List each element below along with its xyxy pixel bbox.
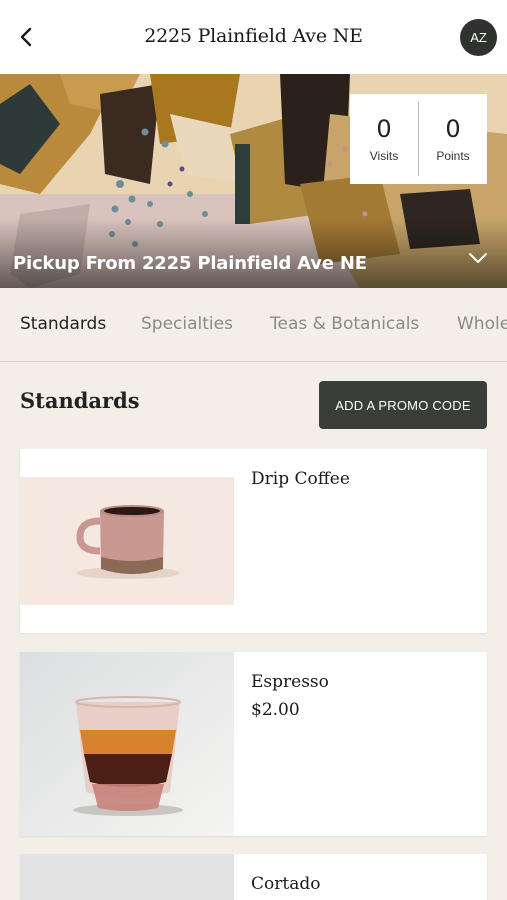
points-value: 0: [445, 115, 461, 143]
visits-label: Visits: [369, 149, 399, 163]
item-name: Drip Coffee: [251, 469, 350, 489]
pickup-location-label[interactable]: Pickup From 2225 Plainfield Ave NE: [13, 253, 367, 274]
pickup-expand-button[interactable]: [467, 250, 489, 266]
tab-whole[interactable]: Whole: [457, 314, 507, 334]
menu-item-drip-coffee[interactable]: Drip Coffee: [20, 449, 487, 633]
cortado-image: [20, 854, 234, 900]
visits-stat: 0 Visits: [350, 94, 418, 184]
add-promo-code-button[interactable]: ADD A PROMO CODE: [319, 381, 487, 429]
loyalty-stats-card: 0 Visits 0 Points: [350, 94, 487, 184]
tab-standards[interactable]: Standards: [20, 314, 106, 334]
espresso-image: [20, 652, 234, 836]
item-price: $2.00: [251, 700, 300, 720]
store-hero-banner: 0 Visits 0 Points Pickup From 2225 Plain…: [0, 74, 507, 288]
menu-item-espresso[interactable]: Espresso $2.00: [20, 652, 487, 836]
app-header: 2225 Plainfield Ave NE AZ: [0, 0, 507, 74]
chevron-down-icon: [469, 253, 487, 263]
tab-specialties[interactable]: Specialties: [141, 314, 233, 334]
tab-teas-botanicals[interactable]: Teas & Botanicals: [270, 314, 419, 334]
points-stat: 0 Points: [419, 94, 487, 184]
section-title: Standards: [20, 388, 140, 413]
item-name: Cortado: [251, 874, 321, 894]
avatar[interactable]: AZ: [460, 19, 497, 56]
drip-coffee-image: [20, 449, 234, 633]
visits-value: 0: [376, 115, 392, 143]
item-name: Espresso: [251, 672, 329, 692]
points-label: Points: [436, 149, 470, 163]
category-tabs: Standards Specialties Teas & Botanicals …: [0, 288, 507, 362]
page-title: 2225 Plainfield Ave NE: [144, 25, 363, 47]
menu-item-cortado[interactable]: Cortado: [20, 854, 487, 900]
